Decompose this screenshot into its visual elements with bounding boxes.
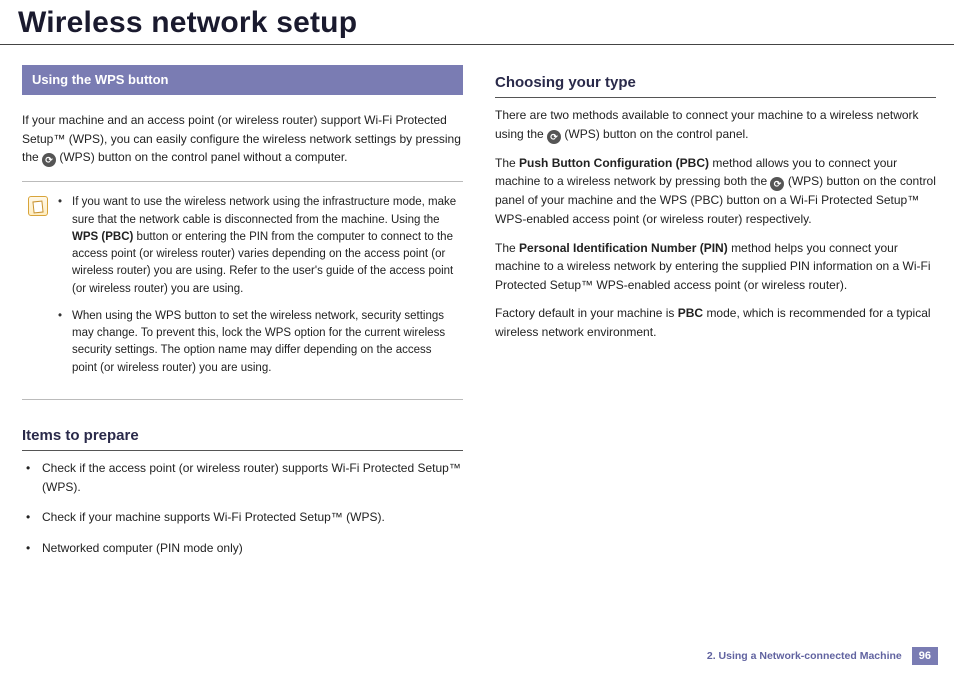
intro-text-b: (WPS) button on the control panel withou…	[59, 150, 347, 164]
page-number: 96	[912, 647, 938, 665]
list-item: Check if your machine supports Wi-Fi Pro…	[26, 508, 463, 527]
intro-paragraph: If your machine and an access point (or …	[22, 111, 463, 167]
page-title: Wireless network setup	[0, 0, 954, 45]
note1-a: If you want to use the wireless network …	[72, 196, 456, 225]
note-list: If you want to use the wireless network …	[58, 194, 457, 387]
p2: The Push Button Configuration (PBC) meth…	[495, 154, 936, 229]
p2-bold: Push Button Configuration (PBC)	[519, 156, 709, 170]
section-heading-wps: Using the WPS button	[22, 65, 463, 95]
p4: Factory default in your machine is PBC m…	[495, 304, 936, 341]
p1-b: (WPS) button on the control panel.	[564, 127, 748, 141]
wps-icon: ⟳	[547, 130, 561, 144]
wps-icon: ⟳	[770, 177, 784, 191]
note-item: When using the WPS button to set the wir…	[58, 308, 457, 377]
note-item: If you want to use the wireless network …	[58, 194, 457, 298]
list-item: Check if the access point (or wireless r…	[26, 459, 463, 496]
p4-a: Factory default in your machine is	[495, 306, 678, 320]
p3: The Personal Identification Number (PIN)…	[495, 239, 936, 295]
right-column: Choosing your type There are two methods…	[495, 65, 936, 569]
note-icon	[28, 196, 48, 216]
content-columns: Using the WPS button If your machine and…	[0, 45, 954, 569]
p3-a: The	[495, 241, 519, 255]
p2-a: The	[495, 156, 519, 170]
p4-bold: PBC	[678, 306, 703, 320]
subhead-items: Items to prepare	[22, 424, 463, 451]
note1-bold: WPS (PBC)	[72, 231, 133, 243]
note-box: If you want to use the wireless network …	[22, 181, 463, 400]
p3-bold: Personal Identification Number (PIN)	[519, 241, 728, 255]
p1: There are two methods available to conne…	[495, 106, 936, 144]
wps-icon: ⟳	[42, 153, 56, 167]
chapter-label: 2. Using a Network-connected Machine	[707, 650, 902, 662]
items-list: Check if the access point (or wireless r…	[26, 459, 463, 557]
left-column: Using the WPS button If your machine and…	[22, 65, 463, 569]
subhead-choosing: Choosing your type	[495, 71, 936, 98]
list-item: Networked computer (PIN mode only)	[26, 539, 463, 558]
page-footer: 2. Using a Network-connected Machine 96	[707, 647, 938, 665]
